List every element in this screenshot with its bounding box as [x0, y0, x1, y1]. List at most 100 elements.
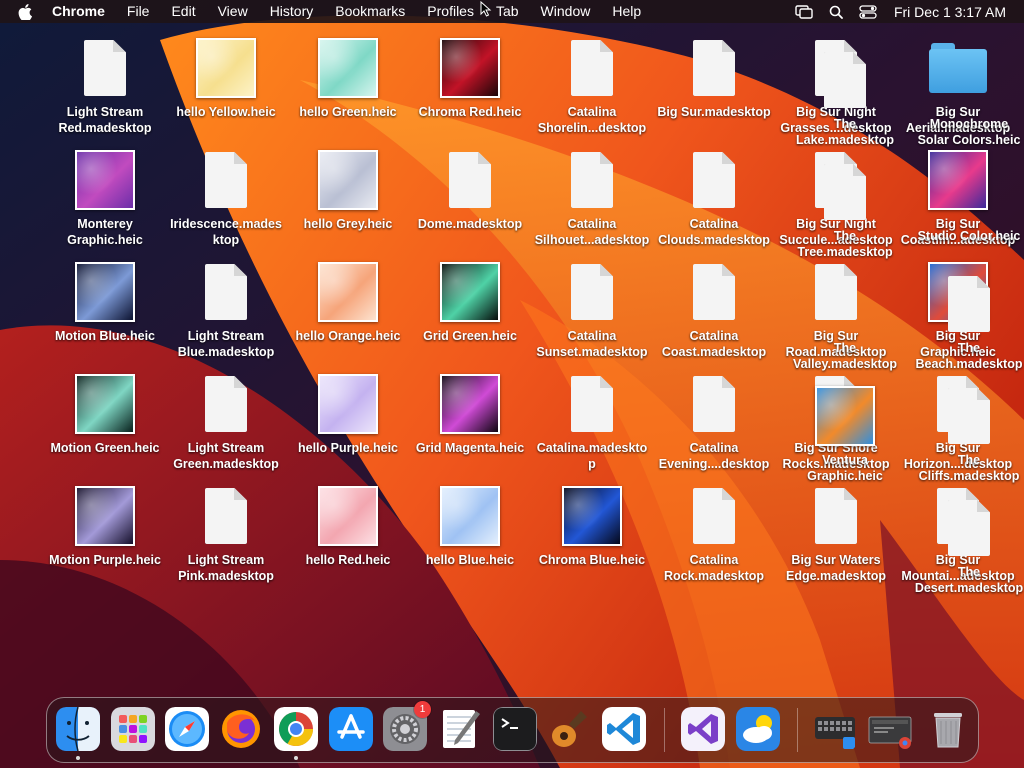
- desktop-item[interactable]: Chroma Red.heic: [411, 36, 529, 146]
- menu-history[interactable]: History: [259, 0, 325, 23]
- desktop-item[interactable]: Light Stream Blue.madesktop: [167, 260, 285, 370]
- desktop-item[interactable]: hello Red.heic: [289, 484, 407, 594]
- desktop-item[interactable]: The Cliffs.madesktop: [910, 384, 1024, 494]
- firefox-icon: [219, 707, 263, 751]
- desktop-item-label: Light Stream Blue.madesktop: [177, 329, 275, 359]
- desktop-item[interactable]: Catalina Rock.madesktop: [655, 484, 773, 594]
- window-thumbnail-icon: [868, 707, 912, 751]
- app-store-app[interactable]: [329, 707, 373, 751]
- vscode-icon: [602, 707, 646, 751]
- menu-profiles[interactable]: Profiles: [416, 0, 485, 23]
- desktop-item[interactable]: Iridescence.mades ktop: [167, 148, 285, 258]
- visual-studio-app[interactable]: [681, 707, 725, 751]
- document-icon: [205, 152, 247, 208]
- desktop-item[interactable]: Catalina Coast.madesktop: [655, 260, 773, 370]
- menu-app-name[interactable]: Chrome: [50, 0, 116, 23]
- desktop-item[interactable]: The Desert.madesktop: [910, 496, 1024, 606]
- vscode-app[interactable]: [602, 707, 646, 751]
- document-icon: [571, 264, 613, 320]
- desktop-item[interactable]: hello Blue.heic: [411, 484, 529, 594]
- desktop-item[interactable]: Chroma Blue.heic: [533, 484, 651, 594]
- desktop-item[interactable]: hello Green.heic: [289, 36, 407, 146]
- image-thumbnail-icon: [75, 150, 135, 210]
- image-thumbnail-icon: [318, 374, 378, 434]
- control-center-icon[interactable]: [859, 3, 877, 21]
- document-icon: [948, 276, 990, 332]
- desktop-item-label: Chroma Red.heic: [418, 105, 522, 119]
- desktop-item-label: The Cliffs.madesktop: [918, 453, 1020, 483]
- menu-edit[interactable]: Edit: [160, 0, 206, 23]
- screen-mirroring-icon[interactable]: [795, 3, 813, 21]
- desktop-item[interactable]: The Beach.madesktop: [910, 272, 1024, 382]
- desktop-item-label: hello Orange.heic: [295, 329, 401, 343]
- desktop-item[interactable]: Motion Purple.heic: [46, 484, 164, 594]
- desktop-item[interactable]: Light Stream Red.madesktop: [46, 36, 164, 146]
- desktop-item[interactable]: Grid Green.heic: [411, 260, 529, 370]
- image-thumbnail-icon: [440, 374, 500, 434]
- desktop-item[interactable]: Light Stream Green.madesktop: [167, 372, 285, 482]
- menu-bar: Chrome File Edit View History Bookmarks …: [0, 0, 1024, 23]
- document-icon: [693, 488, 735, 544]
- dock-separator: [797, 708, 798, 752]
- menu-help[interactable]: Help: [601, 0, 652, 23]
- image-thumbnail-icon: [75, 374, 135, 434]
- image-thumbnail-icon: [318, 262, 378, 322]
- spotlight-search-icon[interactable]: [827, 3, 845, 21]
- desktop-item[interactable]: Catalina Evening....desktop: [655, 372, 773, 482]
- menu-bookmarks[interactable]: Bookmarks: [324, 0, 416, 23]
- document-icon: [571, 40, 613, 96]
- desktop-item[interactable]: hello Yellow.heic: [167, 36, 285, 146]
- image-thumbnail-icon: [75, 486, 135, 546]
- desktop-item[interactable]: The Lake.madesktop: [786, 48, 904, 158]
- desktop-item[interactable]: Monterey Graphic.heic: [46, 148, 164, 258]
- desktop-item[interactable]: Motion Blue.heic: [46, 260, 164, 370]
- desktop-item[interactable]: Monochrome Solar Colors.heic: [910, 48, 1024, 158]
- weather-app[interactable]: [736, 707, 780, 751]
- image-thumbnail-icon: [440, 486, 500, 546]
- desktop-item[interactable]: Big Sur.madesktop: [655, 36, 773, 146]
- desktop-item[interactable]: Catalina Clouds.madesktop: [655, 148, 773, 258]
- desktop-item[interactable]: hello Orange.heic: [289, 260, 407, 370]
- desktop-item[interactable]: Catalina Shorelin...desktop: [533, 36, 651, 146]
- firefox-app[interactable]: [219, 707, 263, 751]
- trash-icon: [926, 707, 970, 751]
- desktop-item-label: Monterey Graphic.heic: [67, 217, 143, 247]
- desktop-item[interactable]: The Valley.madesktop: [786, 272, 904, 382]
- menu-clock[interactable]: Fri Dec 1 3:17 AM: [894, 4, 1006, 20]
- desktop-item[interactable]: Ventura Graphic.heic: [786, 384, 904, 494]
- recent-window-app[interactable]: [868, 707, 912, 751]
- desktop-item[interactable]: Studio Color.heic: [910, 160, 1024, 270]
- desktop-item-label: Light Stream Pink.madesktop: [178, 553, 274, 583]
- desktop-item-label: Motion Blue.heic: [55, 329, 155, 343]
- desktop-item[interactable]: Grid Magenta.heic: [411, 372, 529, 482]
- desktop-item[interactable]: Light Stream Pink.madesktop: [167, 484, 285, 594]
- mouse-cursor-icon: [480, 1, 492, 17]
- terminal-app[interactable]: [493, 707, 537, 751]
- chrome-app[interactable]: [274, 707, 318, 751]
- menu-view[interactable]: View: [207, 0, 259, 23]
- desktop-item-label: Motion Green.heic: [50, 441, 160, 455]
- launchpad-app[interactable]: [111, 707, 155, 751]
- desktop-item[interactable]: Catalina Sunset.madesktop: [533, 260, 651, 370]
- textedit-app[interactable]: [438, 707, 482, 751]
- apple-menu-icon[interactable]: [18, 3, 36, 21]
- desktop-item[interactable]: Motion Green.heic: [46, 372, 164, 482]
- desktop-item[interactable]: Dome.madesktop: [411, 148, 529, 258]
- desktop-item-label: Iridescence.mades ktop: [170, 217, 282, 247]
- menu-window[interactable]: Window: [530, 0, 602, 23]
- desktop-item[interactable]: hello Purple.heic: [289, 372, 407, 482]
- desktop-item[interactable]: Catalina.madeskto p: [533, 372, 651, 482]
- document-icon: [824, 164, 866, 220]
- keyboard-viewer-app[interactable]: [813, 707, 857, 751]
- desktop-item-label: Grid Magenta.heic: [415, 441, 525, 455]
- desktop-item[interactable]: The Tree.madesktop: [786, 160, 904, 270]
- desktop-item[interactable]: Big Sur Waters Edge.madesktop: [777, 484, 895, 594]
- desktop-item[interactable]: hello Grey.heic: [289, 148, 407, 258]
- document-icon: [571, 152, 613, 208]
- safari-app[interactable]: [165, 707, 209, 751]
- finder-app[interactable]: [56, 707, 100, 751]
- trash-app[interactable]: [926, 707, 970, 751]
- menu-file[interactable]: File: [116, 0, 161, 23]
- garageband-app[interactable]: [547, 707, 591, 751]
- desktop-item[interactable]: Catalina Silhouet...adesktop: [533, 148, 651, 258]
